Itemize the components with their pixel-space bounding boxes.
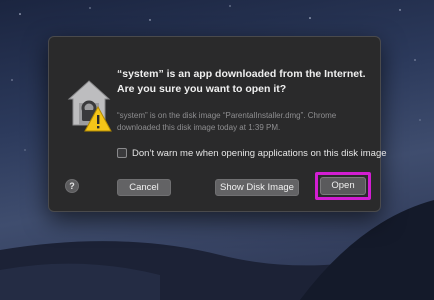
help-button[interactable]: ?	[65, 179, 79, 193]
dialog-detail: “system” is on the disk image “ParentalI…	[117, 111, 337, 132]
open-app-warning-dialog: “system” is an app downloaded from the I…	[48, 36, 387, 212]
dialog-title: “system” is an app downloaded from the I…	[117, 68, 366, 95]
cancel-button[interactable]: Cancel	[117, 179, 171, 196]
dont-warn-checkbox[interactable]	[117, 148, 127, 158]
dont-warn-option[interactable]: Don’t warn me when opening applications …	[117, 146, 387, 160]
dont-warn-label[interactable]: Don’t warn me when opening applications …	[132, 148, 387, 159]
open-button[interactable]: Open	[320, 177, 366, 195]
show-disk-image-button[interactable]: Show Disk Image	[215, 179, 299, 196]
gatekeeper-warning-icon	[67, 80, 112, 132]
